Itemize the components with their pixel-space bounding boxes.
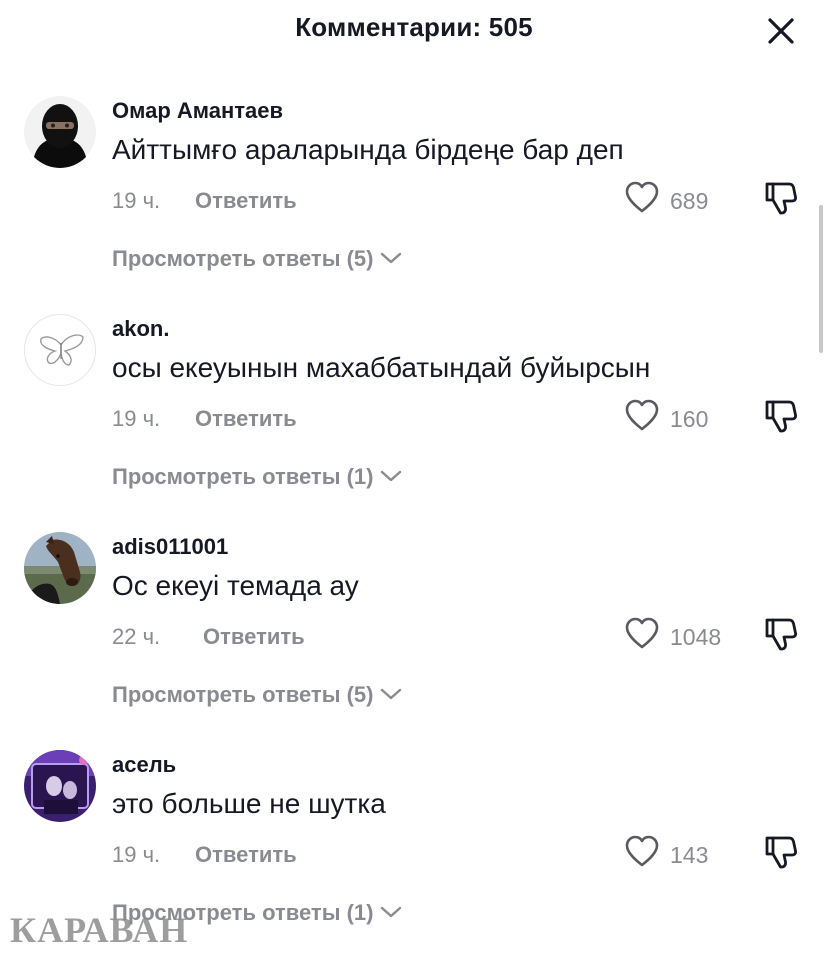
dislike-icon[interactable] bbox=[764, 180, 798, 216]
avatar[interactable] bbox=[24, 314, 96, 386]
chevron-down-icon bbox=[380, 688, 401, 700]
reply-button[interactable]: Ответить bbox=[203, 624, 305, 650]
butterfly-avatar bbox=[25, 315, 95, 385]
comment-item: adis011001 Ос екеуі темада ау 22 ч. Отве… bbox=[0, 532, 828, 750]
like-count: 689 bbox=[670, 188, 709, 214]
dislike-icon[interactable] bbox=[764, 398, 798, 434]
masked-person-avatar bbox=[24, 96, 96, 168]
horse-avatar bbox=[24, 532, 96, 604]
comment-text: Ос екеуі темада ау bbox=[112, 570, 359, 601]
avatar[interactable] bbox=[24, 96, 96, 168]
close-button[interactable] bbox=[764, 14, 798, 48]
comment-username[interactable]: akon. bbox=[112, 316, 169, 342]
view-replies-button[interactable]: Просмотреть ответы (5) bbox=[112, 682, 402, 708]
like-count: 160 bbox=[670, 406, 709, 432]
comments-title: Комментарии: 505 bbox=[295, 12, 533, 42]
heart-icon[interactable] bbox=[624, 834, 660, 868]
heart-icon[interactable] bbox=[624, 180, 660, 214]
purple-photo-avatar bbox=[24, 750, 96, 822]
reply-button[interactable]: Ответить bbox=[195, 406, 297, 432]
view-replies-button[interactable]: Просмотреть ответы (5) bbox=[112, 246, 402, 272]
heart-icon[interactable] bbox=[624, 616, 660, 650]
comment-username[interactable]: adis011001 bbox=[112, 534, 228, 560]
comment-text: это больше не шутка bbox=[112, 788, 386, 819]
comment-text: осы екеуынын махаббатындай буйырсын bbox=[112, 352, 651, 383]
view-replies-label: Просмотреть ответы (5) bbox=[112, 246, 374, 271]
avatar[interactable] bbox=[24, 532, 96, 604]
dislike-icon[interactable] bbox=[764, 834, 798, 870]
comment-text: Айттымғо араларында бірдеңе бар деп bbox=[112, 134, 624, 165]
dislike-icon[interactable] bbox=[764, 616, 798, 652]
avatar[interactable] bbox=[24, 750, 96, 822]
comments-header: Комментарии: 505 bbox=[0, 0, 828, 60]
view-replies-label: Просмотреть ответы (1) bbox=[112, 464, 374, 489]
comment-time: 19 ч. bbox=[112, 842, 161, 867]
comment-time: 19 ч. bbox=[112, 406, 161, 431]
comment-item: Омар Амантаев Айттымғо араларында бірдең… bbox=[0, 96, 828, 314]
like-count: 143 bbox=[670, 842, 709, 868]
comment-time: 19 ч. bbox=[112, 188, 161, 213]
comment-username[interactable]: Омар Амантаев bbox=[112, 98, 283, 124]
heart-icon[interactable] bbox=[624, 398, 660, 432]
reply-button[interactable]: Ответить bbox=[195, 842, 297, 868]
reply-button[interactable]: Ответить bbox=[195, 188, 297, 214]
chevron-down-icon bbox=[380, 252, 401, 264]
comment-time: 22 ч. bbox=[112, 624, 161, 649]
comment-username[interactable]: асель bbox=[112, 752, 176, 778]
comment-item: akon. осы екеуынын махаббатындай буйырсы… bbox=[0, 314, 828, 532]
chevron-down-icon bbox=[380, 906, 401, 918]
close-icon[interactable] bbox=[764, 14, 798, 48]
view-replies-button[interactable]: Просмотреть ответы (1) bbox=[112, 464, 402, 490]
view-replies-label: Просмотреть ответы (5) bbox=[112, 682, 374, 707]
comments-panel: Комментарии: 505 Омар Амантаев Айттымғо … bbox=[0, 0, 828, 959]
watermark: КАРАВАН bbox=[10, 910, 189, 950]
chevron-down-icon bbox=[380, 470, 401, 482]
like-count: 1048 bbox=[670, 624, 722, 650]
